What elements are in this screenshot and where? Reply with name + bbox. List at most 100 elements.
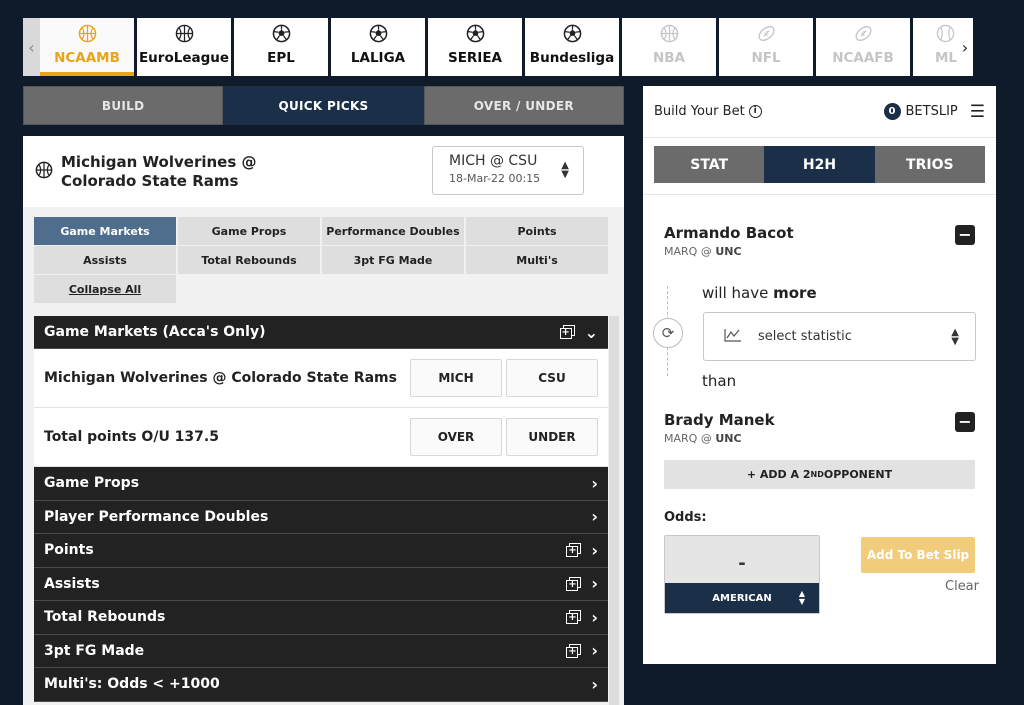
player-1: Armando Bacot MARQ @ UNC (664, 224, 794, 258)
tab-quick-picks[interactable]: QUICK PICKS (223, 86, 424, 125)
info-icon[interactable]: i (748, 105, 762, 118)
section-header[interactable]: Player Performance Doubles › (34, 500, 608, 534)
market-filter-grid: Game Markets Game Props Performance Doub… (34, 217, 608, 303)
odds-format-value: AMERICAN (712, 592, 772, 604)
player-1-name: Armando Bacot (664, 224, 794, 242)
bet-builder-header: Build Your Bet i 0 BETSLIP ☰ (643, 86, 996, 138)
match-select[interactable]: MICH @ CSU 18-Mar-22 00:15 ▲ ▼ (432, 146, 584, 195)
market-filter-game-markets[interactable]: Game Markets (34, 217, 176, 245)
market-filter-multis[interactable]: Multi's (466, 246, 608, 274)
sport-tab-label: EPL (267, 50, 295, 66)
menu-icon[interactable]: ☰ (970, 102, 985, 122)
sport-tab-ncaafb[interactable]: NCAAFB (816, 18, 910, 76)
chevron-right-icon[interactable]: › (591, 574, 598, 593)
market-filter-assists[interactable]: Assists (34, 246, 176, 274)
market-filter-total-rebounds[interactable]: Total Rebounds (178, 246, 320, 274)
section-header[interactable]: Total Rebounds + › (34, 601, 608, 635)
odds-box: - AMERICAN ▲ ▼ (664, 535, 820, 614)
chevron-right-icon[interactable]: › (591, 541, 598, 560)
chevron-right-icon[interactable]: › (591, 675, 598, 694)
section-header[interactable]: Assists + › (34, 567, 608, 601)
add-opponent-button[interactable]: + ADD A 2 ND OPPONENT (664, 460, 975, 489)
collapse-all-link[interactable]: Collapse All (34, 275, 176, 303)
section-title: Total Rebounds (44, 609, 166, 626)
section-title: 3pt FG Made (44, 642, 145, 659)
sport-tab-nfl[interactable]: NFL (719, 18, 813, 76)
betslip-button[interactable]: 0 BETSLIP ☰ (883, 102, 985, 122)
multi-add-icon[interactable]: + (566, 610, 582, 625)
market-row-label: Michigan Wolverines @ Colorado State Ram… (44, 370, 397, 386)
multi-add-icon[interactable]: + (566, 576, 582, 591)
market-filter-3pt-fg-made[interactable]: 3pt FG Made (322, 246, 464, 274)
market-filter-performance-doubles[interactable]: Performance Doubles (322, 217, 464, 245)
section-header[interactable]: Game Props › (34, 467, 608, 501)
sort-caret-icon: ▲ ▼ (561, 160, 569, 180)
statistic-select-placeholder: select statistic (758, 329, 852, 344)
pick-under-button[interactable]: UNDER (506, 418, 598, 456)
match-title: Michigan Wolverines @ Colorado State Ram… (61, 152, 257, 190)
sport-tab-label: LALIGA (350, 50, 406, 66)
market-filter-game-props[interactable]: Game Props (178, 217, 320, 245)
sport-tabs: NCAAMB EuroLeague EPL LALIGA SERIEA Bundeslig… (40, 18, 957, 76)
sport-tab-label: SERIEA (447, 50, 503, 66)
sport-tab-bundesliga[interactable]: Bundesliga (525, 18, 619, 76)
remove-player-2-button[interactable]: − (955, 412, 975, 432)
multi-add-icon[interactable]: + (566, 543, 582, 558)
divider (643, 194, 996, 195)
tab-over-under[interactable]: OVER / UNDER (423, 86, 624, 125)
sport-tab-epl[interactable]: EPL (234, 18, 328, 76)
sport-tab-label: MLB (935, 50, 957, 66)
sport-tab-mlb[interactable]: MLB (913, 18, 957, 76)
mode-tabs: BUILD QUICK PICKS OVER / UNDER (23, 86, 624, 125)
market-filter-points[interactable]: Points (466, 217, 608, 245)
sport-tab-seriea[interactable]: SERIEA (428, 18, 522, 76)
swap-icon[interactable]: ⟳ (653, 318, 683, 348)
tab-stat[interactable]: STAT (654, 146, 765, 183)
game-markets-header[interactable]: Game Markets (Acca's Only) + ⌄ (34, 316, 608, 349)
add-to-bet-slip-button[interactable]: Add To Bet Slip (861, 537, 975, 573)
sport-tab-nba[interactable]: NBA (622, 18, 716, 76)
football-icon (853, 23, 873, 43)
pick-mich-button[interactable]: MICH (410, 359, 502, 397)
odds-format-select[interactable]: AMERICAN ▲ ▼ (665, 583, 819, 613)
tab-build[interactable]: BUILD (23, 86, 224, 125)
chevron-right-icon[interactable]: › (591, 608, 598, 627)
scrollbar[interactable] (609, 316, 619, 705)
sport-tab-laliga[interactable]: LALIGA (331, 18, 425, 76)
game-markets-title: Game Markets (Acca's Only) (44, 324, 266, 340)
chevron-down-icon[interactable]: ⌄ (585, 323, 598, 342)
chevron-right-icon[interactable]: › (591, 641, 598, 660)
tab-h2h[interactable]: H2H (764, 146, 875, 183)
tab-trios[interactable]: TRIOS (874, 146, 985, 183)
sort-caret-icon: ▲ ▼ (951, 327, 959, 347)
player-2-name: Brady Manek (664, 411, 775, 429)
baseball-icon (935, 23, 955, 43)
markets-panel: Michigan Wolverines @ Colorado State Ram… (23, 136, 624, 705)
sport-tab-ncaamb[interactable]: NCAAMB (40, 18, 134, 76)
section-header[interactable]: 3pt FG Made + › (34, 634, 608, 668)
scroll-right-arrow-icon[interactable]: › (957, 18, 973, 76)
statistic-select[interactable]: select statistic ▲ ▼ (703, 312, 976, 361)
multi-add-icon[interactable]: + (559, 325, 575, 339)
pick-csu-button[interactable]: CSU (506, 359, 598, 397)
multi-add-icon[interactable]: + (566, 643, 582, 658)
player-2-match: MARQ @ UNC (664, 432, 742, 445)
will-have-text: will have more (702, 284, 817, 302)
clear-link[interactable]: Clear (945, 579, 979, 594)
remove-player-1-button[interactable]: − (955, 225, 975, 245)
section-title: Assists (44, 575, 100, 592)
sport-tab-euroleague[interactable]: EuroLeague (137, 18, 231, 76)
market-row: Michigan Wolverines @ Colorado State Ram… (34, 349, 608, 408)
sport-tab-label: EuroLeague (138, 50, 230, 66)
basketball-icon (174, 23, 194, 43)
pick-over-button[interactable]: OVER (410, 418, 502, 456)
sport-tab-label: Bundesliga (529, 50, 615, 66)
chevron-right-icon[interactable]: › (591, 474, 598, 493)
section-header[interactable]: Multi's: Odds < +1000 › (34, 668, 608, 702)
market-accordion: Game Markets (Acca's Only) + ⌄ Michigan … (34, 316, 608, 702)
chevron-right-icon[interactable]: › (591, 507, 598, 526)
scroll-left-arrow-icon[interactable]: ‹ (23, 18, 40, 76)
line-chart-icon (724, 328, 742, 346)
basketball-icon (659, 23, 679, 43)
section-header[interactable]: Points + › (34, 534, 608, 568)
